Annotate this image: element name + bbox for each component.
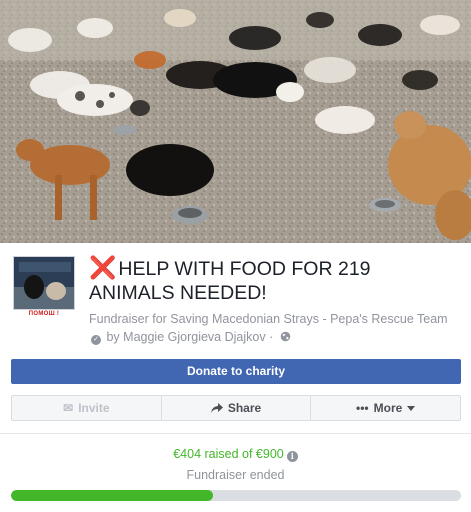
cross-mark-icon: ❌ (89, 255, 117, 280)
verified-icon: ✓ (91, 335, 101, 345)
fundraiser-thumbnail[interactable]: ПОМОШ ! (13, 256, 75, 318)
ellipsis-icon: ••• (356, 401, 369, 415)
cover-photo (0, 0, 471, 243)
thumbnail-image (13, 256, 75, 310)
envelope-icon: ✉ (63, 401, 74, 415)
chevron-down-icon (407, 405, 416, 411)
subtitle-separator: · (269, 330, 274, 344)
fundraiser-title[interactable]: ❌ HELP WITH FOOD FOR 219 ANIMALS NEEDED! (89, 256, 459, 305)
progress-bar (11, 490, 461, 501)
share-button[interactable]: Share (162, 396, 312, 420)
raised-amount: €404 raised of €900 i (0, 447, 471, 462)
donate-button[interactable]: Donate to charity (11, 359, 461, 384)
globe-icon (280, 331, 291, 342)
charity-link[interactable]: Fundraiser for Saving Macedonian Strays … (89, 312, 448, 326)
share-label: Share (227, 401, 262, 415)
fundraiser-header: ❌ HELP WITH FOOD FOR 219 ANIMALS NEEDED! … (89, 256, 459, 346)
stray-dogs-photo (0, 0, 471, 243)
more-button[interactable]: ••• More (311, 396, 460, 420)
invite-label: Invite (78, 401, 110, 415)
raised-text: €404 raised of €900 (173, 447, 284, 461)
fundraiser-title-text: HELP WITH FOOD FOR 219 ANIMALS NEEDED! (89, 258, 371, 304)
share-arrow-icon (210, 402, 223, 413)
progress-bar-fill (11, 490, 213, 501)
section-divider (0, 433, 471, 434)
info-icon[interactable]: i (286, 451, 298, 462)
fundraiser-status: Fundraiser ended (186, 468, 285, 482)
fundraiser-subtitle: Fundraiser for Saving Macedonian Strays … (89, 310, 459, 346)
thumbnail-caption: ПОМОШ ! (28, 311, 60, 317)
more-label: More (373, 401, 403, 415)
organizer-link[interactable]: by Maggie Gjorgieva Djajkov (106, 330, 265, 344)
invite-button[interactable]: ✉ Invite (12, 396, 162, 420)
action-bar: ✉ Invite Share ••• More (11, 395, 461, 421)
